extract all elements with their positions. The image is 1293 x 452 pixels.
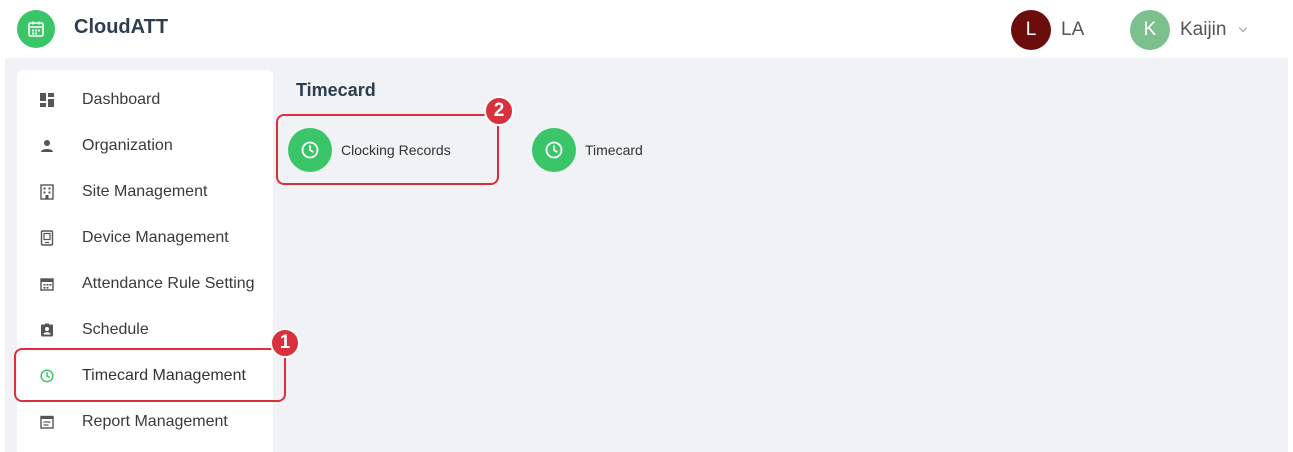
user-menu[interactable]: K Kaijin	[1130, 10, 1248, 50]
clock-icon	[532, 128, 576, 172]
sidebar-item-dashboard[interactable]: Dashboard	[17, 78, 273, 122]
org-switcher[interactable]: L LA	[1011, 10, 1084, 50]
sidebar-item-label: Report Management	[82, 413, 228, 430]
tile-label: Timecard	[585, 142, 643, 158]
top-bar: CloudATT L LA K Kaijin	[5, 2, 1288, 58]
calendar-icon	[28, 21, 44, 37]
page-title: Timecard	[296, 80, 376, 100]
device-icon	[39, 230, 55, 246]
sidebar-item-label: Site Management	[82, 183, 208, 200]
annotation-badge-1: 1	[270, 328, 300, 358]
annotation-highlight-1	[14, 348, 286, 402]
sidebar-item-attendance-rule-setting[interactable]: Attendance Rule Setting	[17, 262, 273, 306]
calendar-icon	[39, 276, 55, 292]
sidebar-item-schedule[interactable]: Schedule	[17, 308, 273, 352]
building-icon	[39, 184, 55, 200]
badge-icon	[39, 322, 55, 338]
dashboard-icon	[39, 92, 55, 108]
sidebar-item-label: Schedule	[82, 321, 149, 338]
sidebar-item-label: Dashboard	[82, 91, 161, 108]
chevron-down-icon	[1239, 23, 1248, 33]
annotation-highlight-2	[276, 114, 499, 185]
report-icon	[39, 414, 55, 430]
sidebar-item-label: Organization	[82, 137, 173, 154]
sidebar-item-organization[interactable]: Organization	[17, 124, 273, 168]
app-title: CloudATT	[74, 16, 169, 38]
sidebar-item-device-management[interactable]: Device Management	[17, 216, 273, 260]
app-logo[interactable]	[17, 10, 55, 48]
person-icon	[39, 138, 55, 154]
annotation-badge-2: 2	[484, 96, 514, 126]
sidebar-item-label: Attendance Rule Setting	[82, 275, 255, 292]
avatar: L	[1011, 10, 1051, 50]
sidebar-item-report-management[interactable]: Report Management	[17, 400, 273, 444]
app-frame: CloudATT L LA K Kaijin Dashboard Organiz…	[5, 2, 1288, 452]
sidebar-item-site-management[interactable]: Site Management	[17, 170, 273, 214]
sidebar-item-label: Device Management	[82, 229, 229, 246]
org-name: LA	[1061, 19, 1085, 40]
timecard-tile[interactable]: Timecard	[532, 128, 643, 172]
avatar: K	[1130, 10, 1170, 50]
user-name: Kaijin	[1180, 19, 1227, 40]
